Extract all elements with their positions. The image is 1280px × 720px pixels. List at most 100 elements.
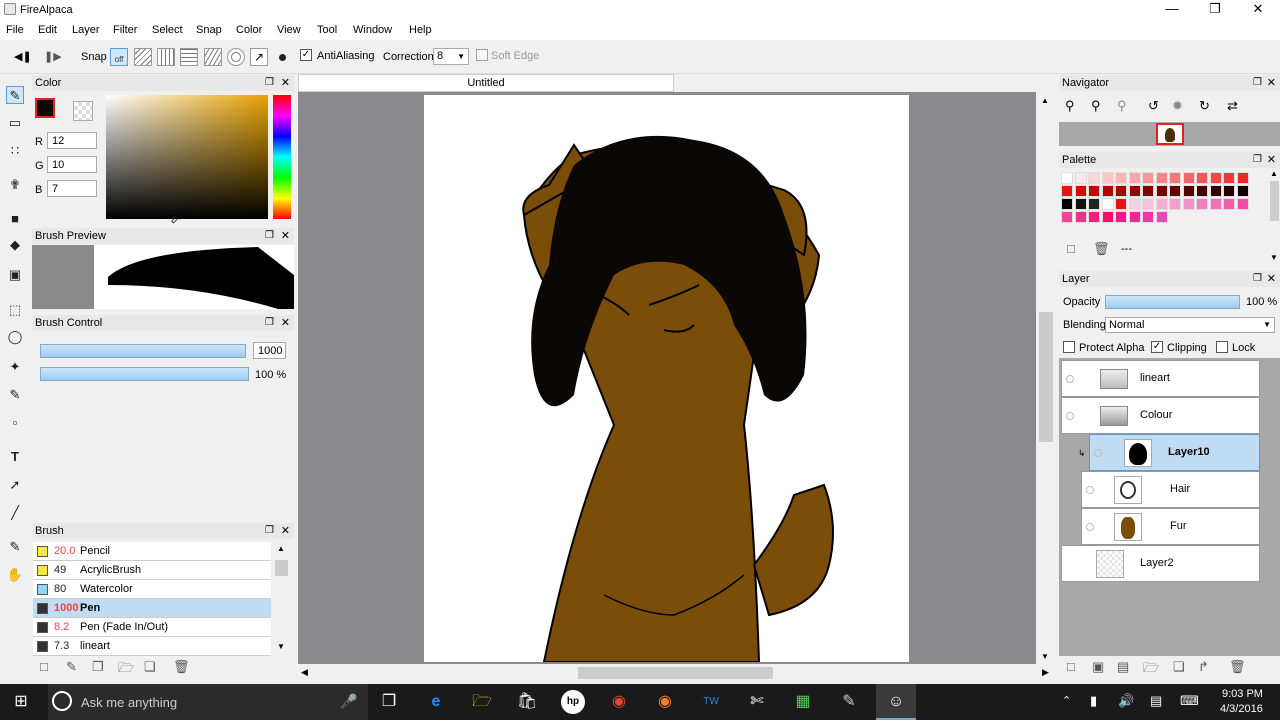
trash-icon[interactable]: 🗑: [1229, 659, 1246, 675]
new-layer-icon[interactable]: □: [1067, 659, 1075, 674]
firefox-icon[interactable]: ◉: [653, 690, 677, 714]
correction-select[interactable]: 8 ▼: [433, 48, 469, 65]
minimize-icon[interactable]: —: [1150, 0, 1194, 20]
flip-icon[interactable]: ⇄: [1227, 98, 1238, 114]
lock-checkbox[interactable]: [1216, 341, 1228, 354]
task-view-icon[interactable]: ❐: [377, 690, 401, 714]
notification-icon[interactable]: ▤: [1150, 693, 1162, 709]
palette-swatch[interactable]: [1223, 172, 1235, 184]
float-icon[interactable]: ❐: [265, 228, 274, 244]
palette-swatch[interactable]: [1074, 211, 1087, 223]
edit-brush-icon[interactable]: ✎: [66, 659, 77, 675]
close-icon[interactable]: ✕: [1236, 0, 1280, 20]
palette-swatch[interactable]: [1209, 198, 1222, 210]
clipping-checkbox[interactable]: ✓: [1151, 341, 1163, 354]
palette-swatch[interactable]: [1155, 211, 1168, 223]
scrollbar-thumb[interactable]: [1270, 181, 1279, 221]
windows-start-icon[interactable]: ⊞: [9, 690, 33, 714]
image-app-icon[interactable]: ✎: [837, 690, 861, 714]
r-input[interactable]: [47, 132, 97, 149]
merge-layer-icon[interactable]: ↱: [1198, 659, 1209, 675]
brush-item[interactable]: 80 Watercolor: [33, 580, 271, 599]
next-frame-icon[interactable]: ❚▶: [44, 50, 62, 63]
folder-icon[interactable]: 🗁: [118, 659, 134, 681]
rotate-left-icon[interactable]: ↺: [1148, 98, 1159, 114]
protect-alpha-checkbox[interactable]: [1063, 341, 1075, 354]
select-tool-icon[interactable]: ⬚: [6, 301, 24, 319]
close-icon[interactable]: ✕: [281, 75, 290, 91]
magic-wand-tool-icon[interactable]: ✦: [6, 358, 24, 376]
palette-swatch[interactable]: [1088, 198, 1100, 210]
brush-size-input[interactable]: [253, 342, 286, 359]
edge-browser-icon[interactable]: e: [424, 690, 448, 714]
g-input[interactable]: [47, 156, 97, 173]
select-eraser-tool-icon[interactable]: ▫: [6, 414, 24, 432]
brush-tool-icon[interactable]: ✎: [6, 86, 24, 104]
palette-swatch[interactable]: [1236, 185, 1249, 197]
scrollbar-thumb[interactable]: [578, 667, 773, 679]
gradient-tool-icon[interactable]: ▣: [6, 266, 24, 284]
palette-swatch[interactable]: [1074, 172, 1087, 184]
palette-swatch[interactable]: [1142, 185, 1154, 197]
visibility-icon[interactable]: [1066, 375, 1074, 383]
menu-color[interactable]: Color: [236, 24, 262, 36]
brush-item[interactable]: 8.2 Pen (Fade In/Out): [33, 618, 271, 637]
keyboard-icon[interactable]: ⌨: [1180, 693, 1199, 709]
chrome-icon[interactable]: ◉: [607, 690, 631, 714]
palette-swatch[interactable]: [1196, 172, 1208, 184]
menu-help[interactable]: Help: [409, 24, 432, 36]
brush-size-slider[interactable]: [40, 344, 246, 358]
bucket-tool-icon[interactable]: ◆: [6, 236, 24, 254]
palette-swatch[interactable]: [1223, 185, 1235, 197]
menu-layer[interactable]: Layer: [72, 24, 100, 36]
lasso-tool-icon[interactable]: ◯: [6, 328, 24, 346]
palette-swatch[interactable]: [1088, 211, 1100, 223]
layer-opacity-slider[interactable]: [1105, 295, 1240, 309]
zoom-fit-icon[interactable]: ⚲: [1117, 98, 1127, 114]
hue-slider[interactable]: [273, 95, 291, 219]
hp-icon[interactable]: hp: [561, 690, 585, 714]
palette-swatch[interactable]: [1169, 198, 1181, 210]
volume-icon[interactable]: 🔊: [1118, 693, 1134, 709]
new-1bit-layer-icon[interactable]: ▤: [1117, 659, 1129, 675]
float-icon[interactable]: ❐: [1253, 271, 1262, 287]
brush-item[interactable]: 7.3 lineart: [33, 637, 271, 656]
eraser-tool-icon[interactable]: ▭: [6, 114, 24, 132]
scroll-up-icon[interactable]: ▲: [1270, 169, 1278, 178]
brush-item[interactable]: 20.0 Pencil: [33, 542, 271, 561]
menu-file[interactable]: File: [6, 24, 24, 36]
zoom-out-icon[interactable]: ⚲: [1091, 98, 1101, 114]
text-tool-icon[interactable]: T: [6, 448, 24, 466]
palette-swatch[interactable]: [1155, 172, 1168, 184]
select-pen-tool-icon[interactable]: ✎: [6, 386, 24, 404]
trash-icon[interactable]: 🗑: [1093, 241, 1110, 257]
palette-swatch[interactable]: [1061, 198, 1073, 210]
eyedropper-tool-icon[interactable]: ✎: [6, 538, 24, 556]
menu-tool[interactable]: Tool: [317, 24, 337, 36]
palette-swatch[interactable]: [1209, 172, 1222, 184]
b-input[interactable]: [47, 180, 97, 197]
palette-swatch[interactable]: [1061, 185, 1073, 197]
snap-off-button[interactable]: off: [110, 48, 128, 66]
layer-row-lineart[interactable]: lineart: [1061, 360, 1260, 397]
layer-row-hair[interactable]: Hair: [1081, 471, 1260, 508]
microphone-icon[interactable]: 🎤: [340, 693, 357, 710]
close-icon[interactable]: ✕: [1267, 152, 1276, 168]
clock-date[interactable]: 4/3/2016: [1220, 703, 1263, 715]
scroll-up-icon[interactable]: ▲: [1041, 96, 1049, 105]
palette-swatch[interactable]: [1182, 172, 1195, 184]
palette-swatch[interactable]: [1223, 198, 1235, 210]
paint-app-icon[interactable]: ▦: [791, 690, 815, 714]
palette-swatch[interactable]: [1142, 172, 1154, 184]
palette-swatch[interactable]: [1101, 211, 1114, 223]
menu-select[interactable]: Select: [152, 24, 183, 36]
palette-swatch[interactable]: [1128, 185, 1141, 197]
scroll-left-icon[interactable]: ◀: [301, 667, 308, 678]
divide-tool-icon[interactable]: ╱: [6, 504, 24, 522]
scrollbar-thumb[interactable]: [1039, 312, 1053, 442]
palette-swatch[interactable]: [1061, 211, 1073, 223]
fill-rect-tool-icon[interactable]: ■: [6, 210, 24, 228]
close-icon[interactable]: ✕: [1267, 75, 1276, 91]
snap-radial-button[interactable]: [227, 48, 245, 66]
canvas-document[interactable]: [424, 95, 909, 662]
